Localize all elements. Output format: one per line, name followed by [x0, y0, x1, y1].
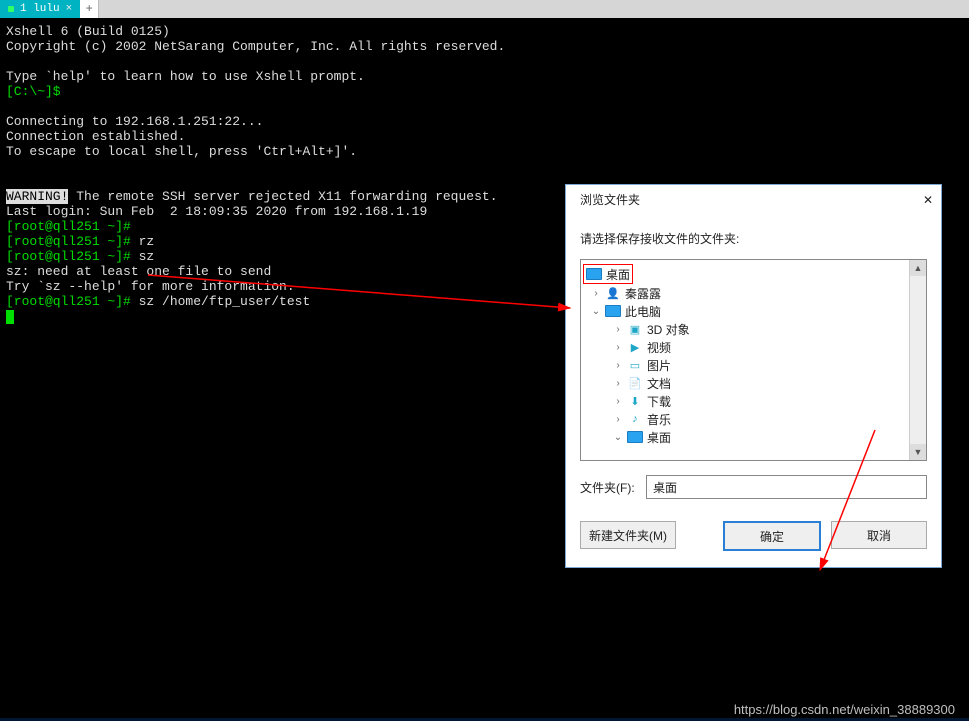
- tree-label: 桌面: [606, 266, 630, 283]
- tree-label: 此电脑: [625, 303, 661, 320]
- chevron-right-icon[interactable]: ›: [613, 324, 623, 335]
- watermark: https://blog.csdn.net/weixin_38889300: [734, 702, 955, 717]
- download-icon: ⬇: [627, 393, 643, 409]
- browse-folder-dialog: 浏览文件夹 ✕ 请选择保存接收文件的文件夹: 桌面 › 👤 秦露露: [565, 184, 942, 568]
- chevron-right-icon[interactable]: ›: [613, 378, 623, 389]
- folder-tree-container: 桌面 › 👤 秦露露 ⌄ 此电脑 › ▣ 3D: [580, 259, 927, 461]
- cube-icon: ▣: [627, 321, 643, 337]
- ok-button[interactable]: 确定: [723, 521, 821, 551]
- term-line: Copyright (c) 2002 NetSarang Computer, I…: [6, 39, 505, 54]
- chevron-right-icon[interactable]: ›: [613, 414, 623, 425]
- folder-path-value: 桌面: [653, 479, 677, 496]
- tree-label: 图片: [647, 357, 671, 374]
- local-prompt: [C:\~]$: [6, 84, 61, 99]
- scroll-up-icon[interactable]: ▲: [910, 260, 926, 276]
- scroll-down-icon[interactable]: ▼: [910, 444, 926, 460]
- tree-item-videos[interactable]: › ▶ 视频: [583, 338, 907, 356]
- tree-item-desktop-selected[interactable]: 桌面: [583, 264, 633, 284]
- term-line: Last login: Sun Feb 2 18:09:35 2020 from…: [6, 204, 427, 219]
- remote-prompt: [root@qll251 ~]#: [6, 234, 131, 249]
- term-line: Connecting to 192.168.1.251:22...: [6, 114, 263, 129]
- tree-label: 文档: [647, 375, 671, 392]
- pc-icon: [605, 305, 621, 317]
- term-line: Connection established.: [6, 129, 185, 144]
- user-icon: 👤: [605, 285, 621, 301]
- dialog-prompt: 请选择保存接收文件的文件夹:: [580, 230, 927, 247]
- folder-tree[interactable]: 桌面 › 👤 秦露露 ⌄ 此电脑 › ▣ 3D: [581, 260, 909, 460]
- xshell-window: 1 lulu × + Xshell 6 (Build 0125) Copyrig…: [0, 0, 969, 721]
- cursor-icon: [6, 310, 14, 324]
- tree-scrollbar[interactable]: ▲ ▼: [909, 260, 926, 460]
- tree-label: 桌面: [647, 429, 671, 446]
- tree-label: 音乐: [647, 411, 671, 428]
- status-dot-icon: [8, 6, 14, 12]
- document-icon: 📄: [627, 375, 643, 391]
- warning-badge: WARNING!: [6, 189, 68, 204]
- video-icon: ▶: [627, 339, 643, 355]
- desktop-icon: [586, 268, 602, 280]
- tree-item-documents[interactable]: › 📄 文档: [583, 374, 907, 392]
- tab-bar: 1 lulu × +: [0, 0, 969, 18]
- chevron-right-icon[interactable]: ›: [591, 288, 601, 299]
- dialog-body: 请选择保存接收文件的文件夹: 桌面 › 👤 秦露露 ⌄ 此: [566, 214, 941, 567]
- tree-label: 视频: [647, 339, 671, 356]
- tree-item-pictures[interactable]: › ▭ 图片: [583, 356, 907, 374]
- cmd-text: sz /home/ftp_user/test: [131, 294, 310, 309]
- tab-close-icon[interactable]: ×: [66, 3, 73, 15]
- tree-item-music[interactable]: › ♪ 音乐: [583, 410, 907, 428]
- music-icon: ♪: [627, 411, 643, 427]
- term-line: To escape to local shell, press 'Ctrl+Al…: [6, 144, 357, 159]
- cmd-text: sz: [131, 249, 154, 264]
- term-line: The remote SSH server rejected X11 forwa…: [68, 189, 497, 204]
- desktop-icon: [627, 431, 643, 443]
- term-line: Try `sz --help' for more information.: [6, 279, 295, 294]
- tree-label: 3D 对象: [647, 321, 690, 338]
- folder-path-input[interactable]: 桌面: [646, 475, 927, 499]
- new-tab-button[interactable]: +: [80, 0, 99, 18]
- tree-label: 下载: [647, 393, 671, 410]
- remote-prompt: [root@qll251 ~]#: [6, 249, 131, 264]
- dialog-button-row: 新建文件夹(M) 确定 取消: [580, 521, 927, 551]
- tree-item-thispc[interactable]: ⌄ 此电脑: [583, 302, 907, 320]
- term-line: Type `help' to learn how to use Xshell p…: [6, 69, 365, 84]
- remote-prompt: [root@qll251 ~]#: [6, 294, 131, 309]
- scroll-track[interactable]: [910, 276, 926, 444]
- dialog-titlebar[interactable]: 浏览文件夹 ✕: [566, 185, 941, 214]
- session-tab-lulu[interactable]: 1 lulu ×: [0, 0, 80, 18]
- chevron-right-icon[interactable]: ›: [613, 396, 623, 407]
- cmd-text: rz: [131, 234, 154, 249]
- dialog-title: 浏览文件夹: [580, 191, 640, 208]
- chevron-down-icon[interactable]: ⌄: [613, 432, 623, 443]
- chevron-down-icon[interactable]: ⌄: [591, 306, 601, 317]
- term-line: Xshell 6 (Build 0125): [6, 24, 170, 39]
- close-icon[interactable]: ✕: [923, 193, 933, 207]
- folder-field-row: 文件夹(F): 桌面: [580, 475, 927, 499]
- tab-label: 1 lulu: [20, 3, 60, 15]
- tree-item-downloads[interactable]: › ⬇ 下载: [583, 392, 907, 410]
- tree-item-desktop2[interactable]: ⌄ 桌面: [583, 428, 907, 446]
- chevron-right-icon[interactable]: ›: [613, 342, 623, 353]
- tree-item-user[interactable]: › 👤 秦露露: [583, 284, 907, 302]
- tree-label: 秦露露: [625, 285, 661, 302]
- remote-prompt: [root@qll251 ~]#: [6, 219, 131, 234]
- chevron-right-icon[interactable]: ›: [613, 360, 623, 371]
- term-line: sz: need at least one file to send: [6, 264, 271, 279]
- picture-icon: ▭: [627, 357, 643, 373]
- new-folder-button[interactable]: 新建文件夹(M): [580, 521, 676, 549]
- cancel-button[interactable]: 取消: [831, 521, 927, 549]
- folder-field-label: 文件夹(F):: [580, 479, 646, 496]
- tree-item-3dobjects[interactable]: › ▣ 3D 对象: [583, 320, 907, 338]
